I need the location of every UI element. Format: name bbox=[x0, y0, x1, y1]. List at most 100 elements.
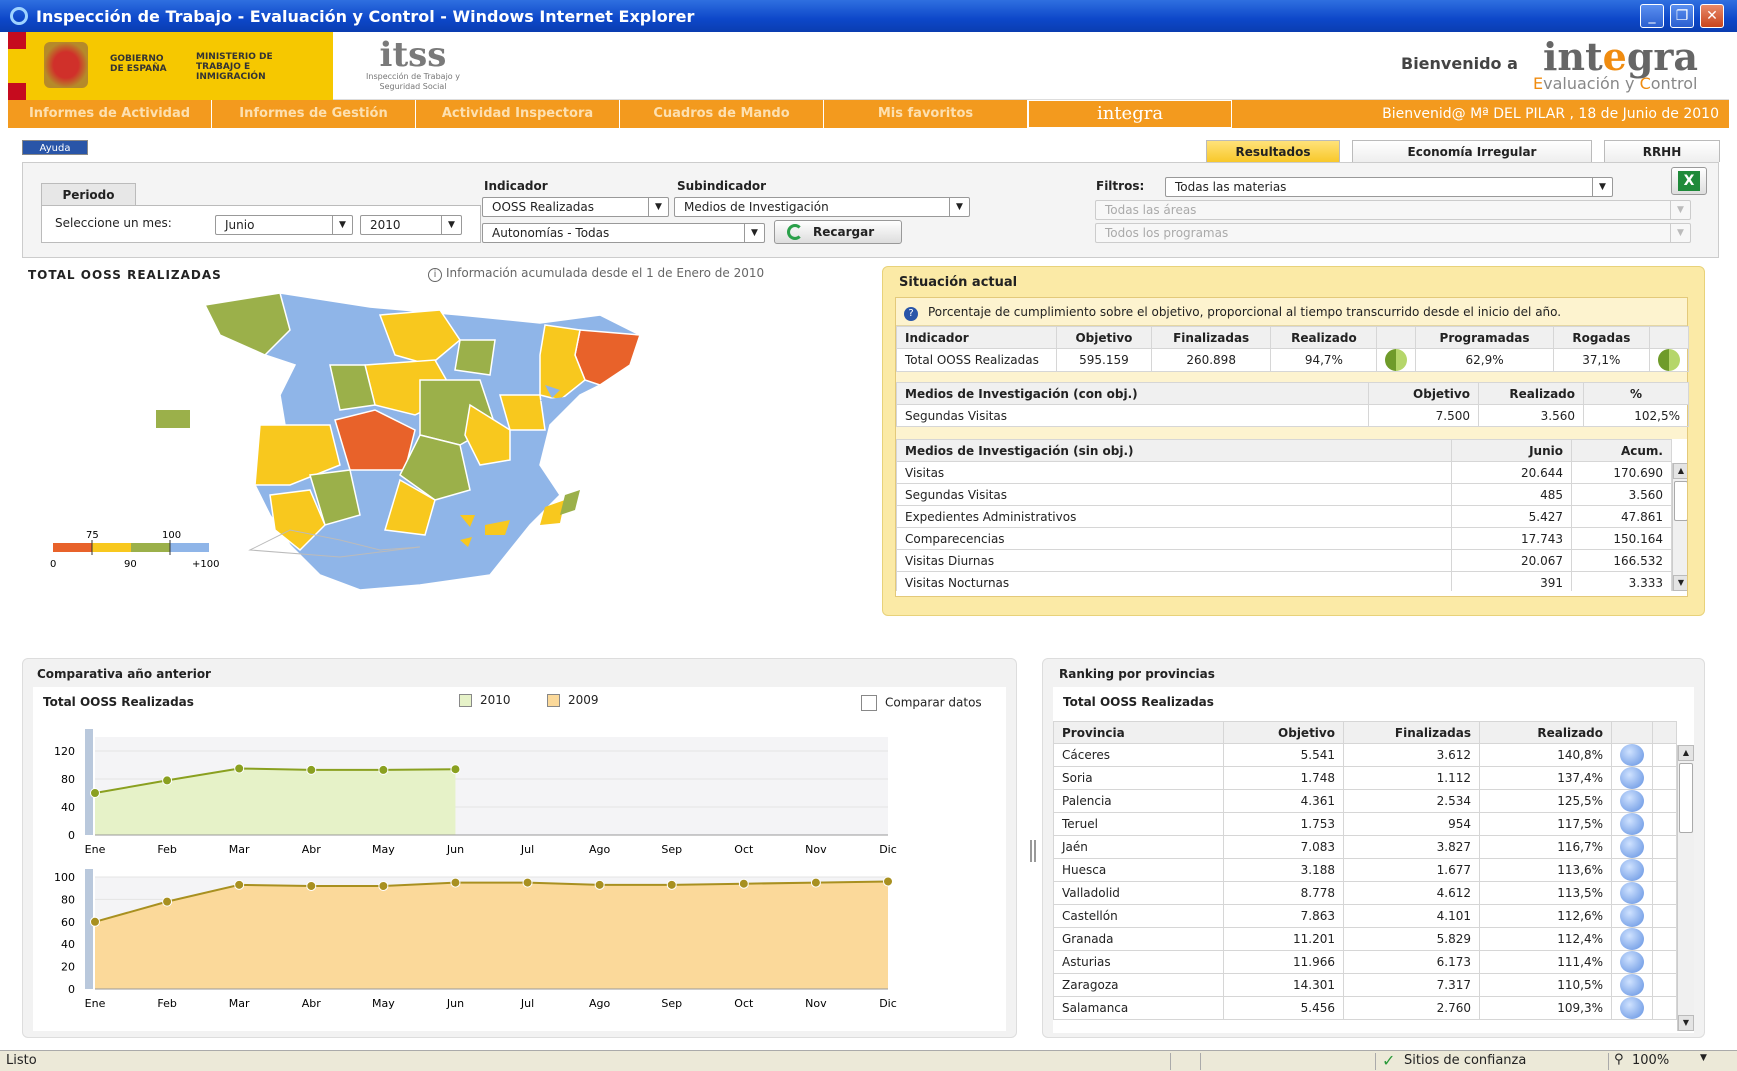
table-row[interactable]: Cáceres 5.541 3.612 140,8% bbox=[1053, 743, 1677, 767]
x-tick-label: Nov bbox=[805, 843, 827, 856]
table-row[interactable]: Castellón 7.863 4.101 112,6% bbox=[1053, 904, 1677, 928]
table-row[interactable]: Valladolid 8.778 4.612 113,5% bbox=[1053, 881, 1677, 905]
subindicador-select[interactable]: Medios de Investigación ▼ bbox=[674, 197, 970, 217]
comparar-datos-checkbox[interactable]: Comparar datos bbox=[861, 695, 982, 711]
filtros-label: Filtros: bbox=[1096, 179, 1145, 193]
map-title: TOTAL OOSS REALIZADAS bbox=[28, 268, 222, 282]
indicador-label: Indicador bbox=[484, 179, 548, 193]
areas-select[interactable]: Todas las áreas ▼ bbox=[1095, 200, 1691, 220]
nav-cuadros-mando[interactable]: Cuadros de Mando bbox=[620, 100, 824, 128]
anio-select[interactable]: 2010 ▼ bbox=[360, 215, 462, 235]
table-row[interactable]: Granada 11.201 5.829 112,4% bbox=[1053, 927, 1677, 951]
legend-swatch-2010 bbox=[459, 694, 472, 707]
status-dot-icon bbox=[1620, 859, 1644, 881]
table-row[interactable]: Teruel 1.753 954 117,5% bbox=[1053, 812, 1677, 836]
x-tick-label: Jul bbox=[520, 843, 534, 856]
close-button[interactable]: ✕ bbox=[1700, 4, 1724, 28]
table-row[interactable]: Zaragoza 14.301 7.317 110,5% bbox=[1053, 973, 1677, 997]
nav-integra[interactable]: integra bbox=[1028, 100, 1232, 128]
map-info: i Información acumulada desde el 1 de Ene… bbox=[428, 266, 764, 282]
programas-select[interactable]: Todos los programas ▼ bbox=[1095, 223, 1691, 243]
tab-resultados[interactable]: Resultados bbox=[1206, 140, 1340, 162]
status-dot-icon bbox=[1620, 790, 1644, 812]
legend-top-100: 100 bbox=[162, 530, 181, 541]
situacion-summary-table: Indicador Objetivo Finalizadas Realizado… bbox=[896, 326, 1689, 372]
x-tick-label: Oct bbox=[734, 843, 754, 856]
excel-icon: X bbox=[1678, 171, 1700, 191]
mes-label: Seleccione un mes: bbox=[55, 216, 172, 230]
data-point bbox=[378, 764, 389, 775]
help-icon: ? bbox=[904, 307, 918, 321]
map-region-soria bbox=[454, 339, 496, 376]
ranking-list[interactable]: Provincia Objetivo Finalizadas Realizado… bbox=[1053, 721, 1694, 1031]
chevron-down-icon: ▼ bbox=[332, 216, 352, 234]
table-row[interactable]: Soria 1.748 1.112 137,4% bbox=[1053, 766, 1677, 790]
minimize-button[interactable]: _ bbox=[1640, 4, 1664, 28]
maximize-button[interactable]: ❐ bbox=[1670, 4, 1694, 28]
x-tick-label: Abr bbox=[302, 843, 322, 856]
integra-logo: integra bbox=[1543, 34, 1699, 79]
comparativa-title: Comparativa año anterior bbox=[37, 667, 211, 681]
y-tick-label: 80 bbox=[61, 893, 75, 906]
table-row: Visitas Nocturnas 391 3.333 bbox=[896, 571, 1672, 591]
autonomias-select[interactable]: Autonomías - Todas ▼ bbox=[482, 223, 765, 243]
ranking-area: Total OOSS Realizadas Provincia Objetivo… bbox=[1053, 687, 1694, 1033]
tab-economia-irregular[interactable]: Economía Irregular bbox=[1352, 140, 1592, 162]
y-tick-label: 120 bbox=[54, 745, 75, 758]
nav-mis-favoritos[interactable]: Mis favoritos bbox=[824, 100, 1028, 128]
refresh-icon bbox=[787, 224, 803, 240]
table-row: Segundas Visitas 7.500 3.560 102,5% bbox=[896, 404, 1689, 427]
zoom-dropdown-icon[interactable]: ▼ bbox=[1700, 1053, 1707, 1063]
map-region-canarias-inset bbox=[156, 410, 190, 428]
table-row[interactable]: Palencia 4.361 2.534 125,5% bbox=[1053, 789, 1677, 813]
mes-select[interactable]: Junio ▼ bbox=[215, 215, 353, 235]
flag-icon bbox=[8, 32, 26, 100]
indicador-select[interactable]: OOSS Realizadas ▼ bbox=[482, 197, 669, 217]
y-tick-label: 100 bbox=[54, 871, 75, 884]
data-point bbox=[378, 880, 389, 891]
export-excel-button[interactable]: X bbox=[1671, 167, 1707, 195]
zoom-level[interactable]: 100% bbox=[1632, 1053, 1669, 1068]
table-row[interactable]: Asturias 11.966 6.173 111,4% bbox=[1053, 950, 1677, 974]
periodo-tab[interactable]: Periodo bbox=[41, 183, 136, 205]
info-icon: i bbox=[428, 268, 442, 282]
status-dot-icon bbox=[1620, 928, 1644, 950]
x-tick-label: Ene bbox=[85, 843, 106, 856]
ie-icon bbox=[10, 7, 28, 25]
status-dot-icon bbox=[1620, 813, 1644, 835]
scroll-up-icon: ▲ bbox=[1678, 745, 1694, 761]
materias-select[interactable]: Todas las materias ▼ bbox=[1165, 177, 1613, 197]
data-point bbox=[90, 916, 100, 927]
nav-actividad-inspectora[interactable]: Actividad Inspectora bbox=[416, 100, 620, 128]
nav-informes-gestion[interactable]: Informes de Gestión bbox=[212, 100, 416, 128]
sin-obj-scrollbar[interactable]: ▲ ▼ bbox=[1672, 463, 1687, 591]
y-tick-label: 0 bbox=[68, 983, 75, 996]
coat-of-arms-icon bbox=[44, 42, 88, 88]
recargar-button[interactable]: Recargar bbox=[774, 220, 902, 244]
x-tick-label: Mar bbox=[229, 997, 250, 1010]
sin-obj-list[interactable]: Medios de Investigación (sin obj.) Junio… bbox=[896, 439, 1687, 591]
tab-rrhh[interactable]: RRHH bbox=[1604, 140, 1720, 162]
x-tick-label: Jul bbox=[520, 997, 534, 1010]
scroll-down-icon: ▼ bbox=[1678, 1015, 1694, 1031]
data-point bbox=[810, 877, 821, 888]
data-point bbox=[306, 764, 317, 775]
ranking-title: Ranking por provincias bbox=[1059, 667, 1215, 681]
chart-2009: 0 20 40 60 80 100 Ene Feb Mar Abr May Jun Jul Ago Sep O… bbox=[54, 869, 897, 1010]
help-button[interactable]: Ayuda bbox=[22, 140, 88, 155]
ranking-scrollbar[interactable]: ▲ ▼ bbox=[1677, 745, 1694, 1031]
legend-green bbox=[131, 543, 170, 552]
status-dot-icon bbox=[1620, 974, 1644, 996]
chevron-down-icon: ▼ bbox=[648, 198, 668, 216]
splitter-handle[interactable] bbox=[1030, 840, 1036, 862]
status-dot-icon bbox=[1620, 951, 1644, 973]
table-row[interactable]: Salamanca 5.456 2.760 109,3% bbox=[1053, 996, 1677, 1020]
zoom-icon: ⚲ bbox=[1614, 1052, 1624, 1067]
table-row: Total OOSS Realizadas 595.159 260.898 94… bbox=[896, 348, 1689, 372]
status-dot-icon bbox=[1620, 905, 1644, 927]
chart-2010: 0 40 80 120 Ene Feb Mar Abr May Jun Jul Ago Sep Oct No… bbox=[54, 729, 897, 856]
table-row[interactable]: Jaén 7.083 3.827 116,7% bbox=[1053, 835, 1677, 859]
table-row[interactable]: Huesca 3.188 1.677 113,6% bbox=[1053, 858, 1677, 882]
nav-informes-actividad[interactable]: Informes de Actividad bbox=[8, 100, 212, 128]
situacion-panel: Situación actual ? Porcentaje de cumplimi… bbox=[882, 266, 1705, 616]
